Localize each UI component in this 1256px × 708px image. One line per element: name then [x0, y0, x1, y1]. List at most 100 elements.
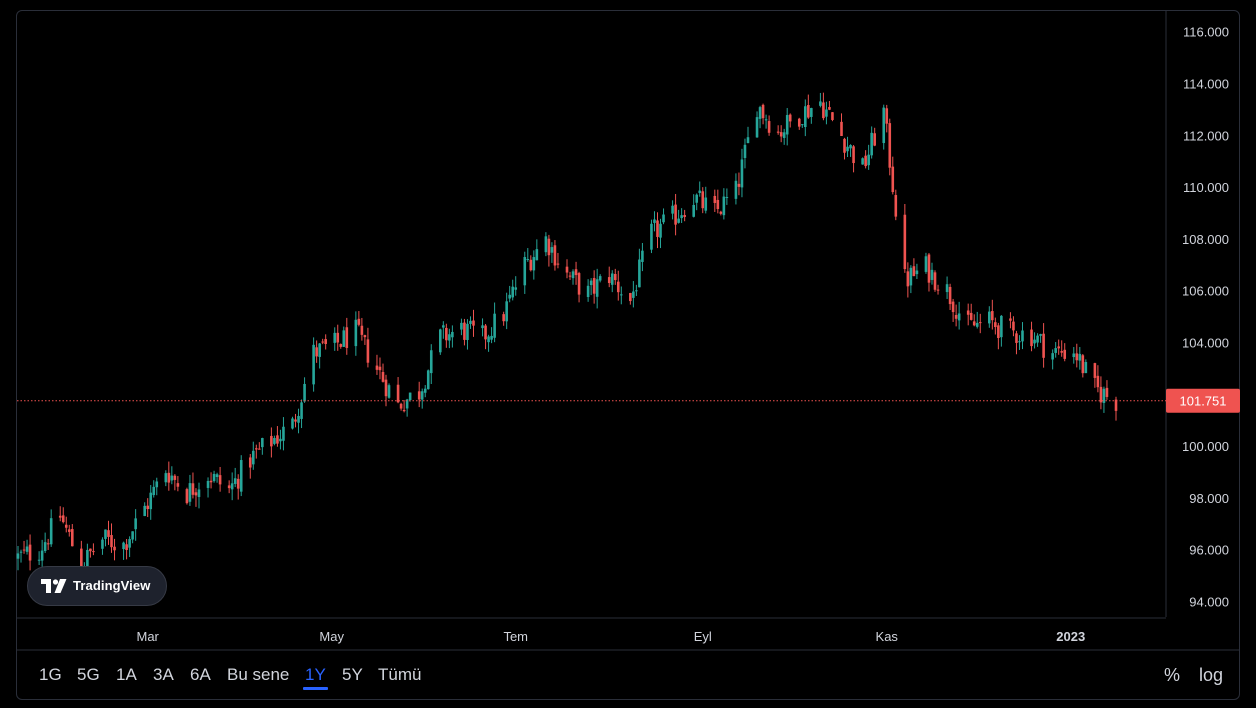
tradingview-badge[interactable]: TradingView [27, 566, 167, 606]
candle [37, 551, 41, 565]
candle-body [236, 478, 240, 489]
candle-body [779, 132, 783, 137]
range-5y-button[interactable]: 5Y [340, 664, 365, 686]
candle [927, 253, 931, 292]
candle-body [1093, 363, 1097, 378]
candle [592, 270, 596, 304]
range-1g-button[interactable]: 1G [37, 664, 64, 686]
candle-body [556, 263, 560, 265]
candle-body [387, 385, 391, 398]
range-1a-button[interactable]: 1A [114, 664, 139, 686]
candle [64, 516, 68, 533]
candle [755, 111, 759, 138]
candle [767, 115, 771, 136]
candle-body [885, 108, 889, 124]
candle [67, 524, 71, 537]
candle [873, 127, 876, 147]
candle-body [25, 546, 29, 552]
candle [556, 252, 560, 269]
candle [493, 302, 496, 343]
candle [906, 262, 910, 298]
candle-body [303, 383, 306, 402]
candle [215, 472, 219, 483]
range-this-year-button[interactable]: Bu sene [225, 664, 291, 686]
candle-body [656, 220, 659, 237]
candle-body [297, 415, 300, 423]
candle-body [363, 335, 367, 338]
candle-body [1036, 335, 1039, 343]
candle-body [610, 273, 614, 285]
candle [613, 268, 617, 285]
candle [324, 334, 327, 350]
candle-body [197, 489, 201, 498]
candle [894, 189, 898, 221]
candle [737, 172, 741, 196]
candle [978, 313, 982, 334]
candle-body [134, 518, 137, 530]
candle-body [146, 505, 150, 510]
candlestick-chart[interactable]: 116.000 114.000 112.000 110.000 108.000 106.0… [0, 0, 1256, 708]
candle [258, 442, 261, 450]
percent-scale-button[interactable]: % [1164, 664, 1180, 686]
candle-body [417, 391, 421, 400]
candle [22, 540, 26, 554]
candle-body [215, 474, 219, 477]
candle-body [671, 205, 674, 214]
candle-body [547, 238, 551, 256]
candle-body [469, 320, 472, 324]
candle [610, 270, 614, 293]
candle-body [104, 529, 107, 539]
candle-body [22, 549, 26, 551]
candle-body [43, 542, 47, 552]
candle [276, 426, 279, 447]
candle [1072, 347, 1076, 364]
candle-body [1081, 355, 1085, 374]
candle [954, 304, 958, 327]
candle-body [315, 347, 318, 357]
candle [846, 136, 849, 158]
candle [553, 240, 557, 271]
candle [113, 538, 116, 561]
candle [1009, 312, 1012, 329]
candle [197, 482, 201, 509]
candle [484, 323, 487, 350]
candle [797, 117, 801, 130]
candle [930, 262, 934, 285]
candle [598, 274, 602, 283]
candle-body [101, 539, 104, 549]
candle [882, 104, 886, 150]
candle-body [194, 492, 198, 496]
candle-body [804, 106, 807, 128]
bottom-toolbar: 1G 5G 1A 3A 6A Bu sene 1Y 5Y Tümü % log [17, 652, 1239, 698]
range-1y-button[interactable]: 1Y [303, 664, 328, 690]
range-5g-button[interactable]: 5G [75, 664, 102, 686]
candle-body [170, 475, 174, 481]
candle-body [598, 276, 602, 281]
candle-body [212, 473, 216, 482]
candle-body [1078, 353, 1082, 361]
candle [511, 279, 515, 301]
candle [321, 338, 324, 345]
range-6a-button[interactable]: 6A [188, 664, 213, 686]
candle-body [924, 256, 928, 272]
candle [819, 92, 822, 108]
candle [725, 188, 729, 205]
candle [152, 480, 156, 498]
candle-body [532, 257, 536, 271]
candle-body [70, 529, 74, 547]
candle [635, 284, 638, 297]
candle-body [321, 341, 324, 343]
log-scale-button[interactable]: log [1199, 664, 1223, 686]
candle [994, 317, 997, 335]
candle [270, 427, 273, 458]
candle [1057, 339, 1060, 355]
candle [396, 377, 400, 404]
range-3a-button[interactable]: 3A [151, 664, 176, 686]
candle [357, 311, 361, 327]
candle-body [553, 245, 557, 266]
candle-body [294, 419, 297, 422]
candle-body [312, 344, 315, 385]
range-all-button[interactable]: Tümü [376, 664, 423, 686]
candle-body [713, 195, 717, 203]
candle [420, 388, 424, 409]
